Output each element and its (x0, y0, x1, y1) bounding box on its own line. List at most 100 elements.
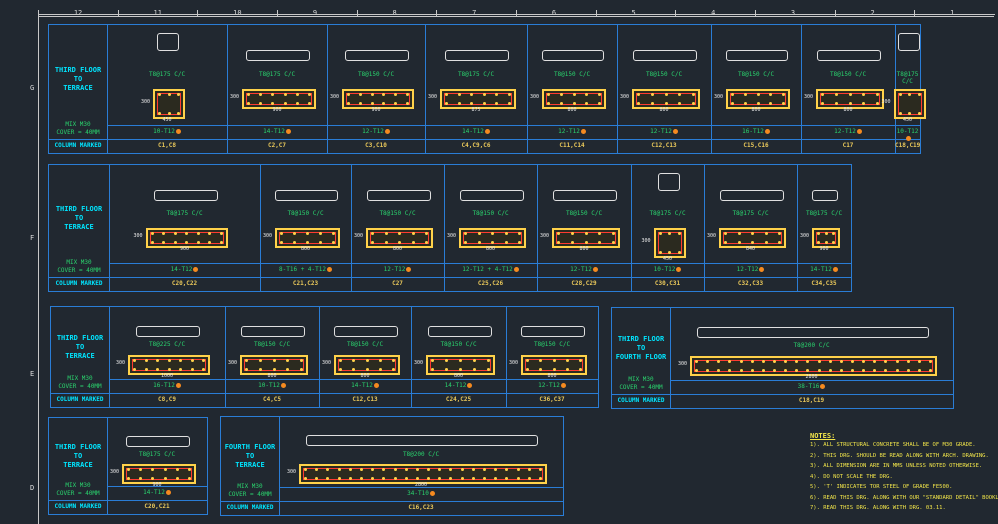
width-dimension: 900 (272, 107, 282, 113)
rebar (127, 468, 130, 471)
count-divider (670, 380, 953, 381)
stirrup-spec: T8@175 C/C (258, 71, 296, 78)
width-dimension: 800 (751, 107, 761, 113)
rebar (929, 369, 932, 372)
column-mark: C27 (392, 280, 403, 287)
rebar (306, 241, 309, 244)
rebar (196, 241, 200, 244)
width-dimension: 840 (745, 246, 756, 252)
rebar (378, 359, 382, 362)
rebar (731, 102, 734, 105)
count-divider (107, 486, 207, 487)
column-mark: C34,C35 (811, 280, 837, 287)
rebar (598, 93, 601, 96)
stirrup-sketch (241, 326, 305, 337)
rebar-count: 12-T12 + 4-T12 (444, 266, 537, 273)
floor-title-line: THIRD FLOOR (56, 334, 104, 342)
grade-marker-icon (580, 129, 586, 134)
rebar-count-text: 12-T12 (558, 128, 580, 135)
stirrup-sketch (696, 327, 929, 338)
rebar (491, 241, 494, 244)
rebar (473, 359, 476, 362)
grade-marker-icon (193, 267, 199, 272)
stirrup-sketch (521, 326, 585, 337)
column-section (653, 228, 686, 258)
column-section (632, 89, 700, 109)
rebar-count: 14-T12 (411, 382, 506, 389)
rebar (539, 477, 542, 480)
rebar-count: 12-T12 (351, 266, 444, 273)
rebar (487, 368, 490, 371)
stirrup-sketch (445, 50, 509, 61)
rebar-count-text: 14-T12 (444, 382, 467, 389)
rebar (817, 241, 820, 244)
column-section (521, 355, 587, 375)
rebar (637, 93, 640, 96)
rebar (293, 241, 296, 244)
rebar (898, 112, 902, 115)
depth-dimension: 300 (678, 361, 688, 367)
rebar-count: 14-T12 (227, 128, 327, 135)
depth-dimension: 300 (228, 360, 238, 366)
column-section (690, 356, 937, 376)
rebar (482, 102, 486, 105)
column-mark: C21,C23 (292, 280, 319, 287)
rebar (219, 232, 223, 235)
rebar (487, 359, 490, 362)
rebar (280, 232, 283, 235)
rebar (724, 232, 727, 235)
stirrup-sketch (126, 436, 190, 447)
rebar (504, 232, 508, 235)
depth-dimension: 300 (330, 94, 340, 100)
rebar (245, 368, 248, 371)
rebar (477, 241, 481, 244)
rebar (133, 368, 136, 371)
rebar (828, 369, 832, 372)
column-detail: T8@150 C/C 900 300 12-T12 C3,C10 (327, 25, 426, 153)
column-mark: C18,C19 (895, 142, 921, 149)
concrete-mix: MIX M30 COVER = 40MM (53, 375, 107, 391)
column-mark: C20,C22 (171, 280, 198, 287)
rebar (319, 232, 322, 235)
rebar (359, 468, 363, 471)
rebar-count: 12-T12 (617, 128, 711, 135)
rebar (156, 368, 159, 371)
floor-title-line: TO (245, 452, 255, 460)
rebar (459, 359, 462, 362)
rebar (557, 232, 560, 235)
rebar (750, 369, 754, 372)
floor-range-title: THIRD FLOOR TO FOURTH FLOOR (614, 335, 668, 362)
stirrup-sketch (366, 190, 431, 201)
grade-marker-icon (856, 129, 862, 134)
floor-title-line: TERRACE (63, 461, 93, 469)
column-detail: T8@150 C/C 800 300 12-T12 C28,C29 (537, 165, 632, 291)
column-detail: T8@225 C/C 1000 300 16-T12 C8,C9 (109, 307, 226, 407)
rebar (677, 251, 681, 254)
width-dimension: 800 (579, 246, 589, 252)
stirrup-sketch (459, 190, 524, 201)
rebar (737, 232, 741, 235)
rebar (306, 232, 309, 235)
rebar (365, 359, 369, 362)
rebar (188, 477, 191, 480)
column-mark: C4,C5 (262, 396, 282, 403)
rebar (304, 468, 307, 471)
rebar (300, 359, 303, 362)
left-ruler: G F E D (30, 14, 38, 523)
rebar (308, 102, 311, 105)
rebar (167, 368, 171, 371)
rebar (347, 93, 350, 96)
rebar (572, 102, 576, 105)
schedule-panel: THIRD FLOOR TO FOURTH FLOOR MIX M30 COVER = … (611, 307, 954, 409)
rebar (817, 232, 820, 235)
stirrup-sketch (719, 190, 784, 201)
grade-marker-icon (820, 384, 826, 389)
cover-value: COVER = 40MM (619, 384, 663, 391)
rebar (167, 112, 171, 115)
note-line: 3). ALL DIMENSION ARE IN MMS UNLESS NOTE… (810, 463, 983, 469)
floor-title-line: TO (74, 214, 84, 222)
rebar (471, 477, 475, 480)
rebar-count: 8-T16 + 4-T12 (260, 266, 351, 273)
rebar (876, 102, 879, 105)
rebar (208, 241, 211, 244)
